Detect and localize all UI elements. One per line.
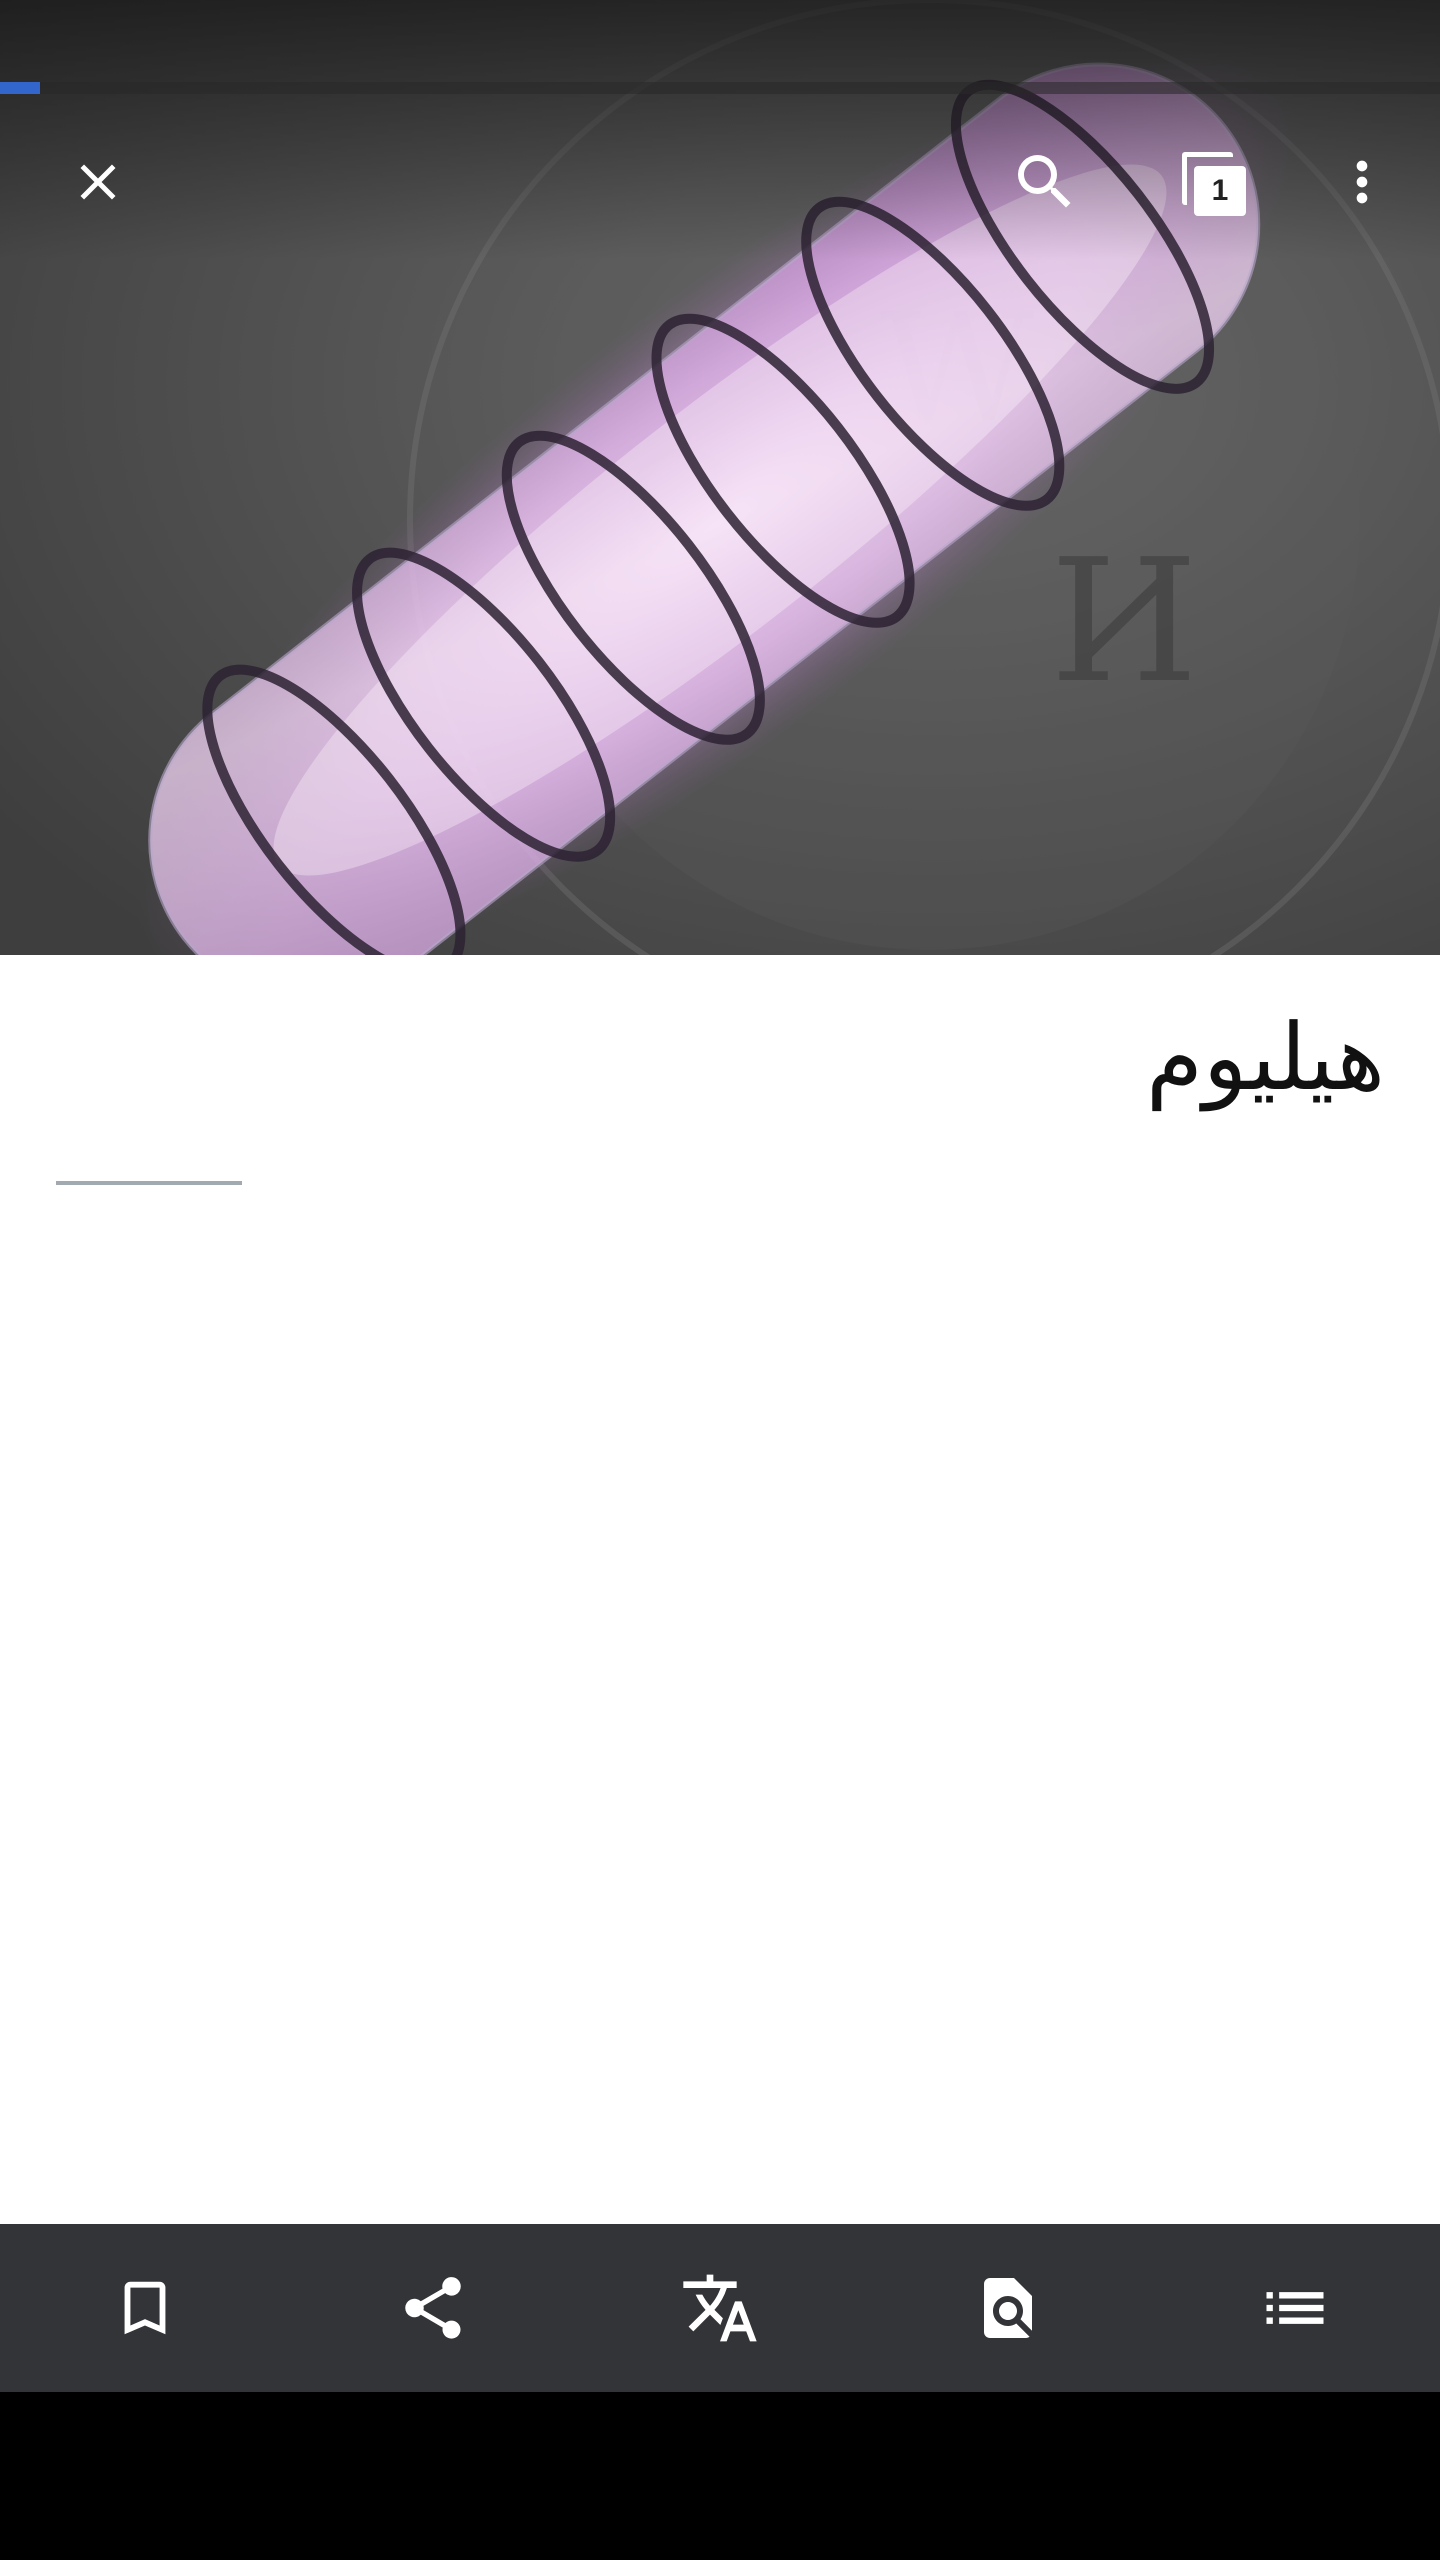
page-action-toolbar xyxy=(0,2224,1440,2392)
screen: И W Ω xyxy=(0,0,1440,2560)
lead-image[interactable]: И W Ω xyxy=(0,0,1440,955)
svg-text:И: И xyxy=(1050,523,1198,721)
tab-count-badge: 1 xyxy=(1194,166,1246,216)
article-content: هيليوم xyxy=(0,955,1440,2224)
table-of-contents-button[interactable] xyxy=(1235,2248,1355,2368)
more-options-button[interactable] xyxy=(1312,132,1412,232)
system-navigation-area xyxy=(0,2392,1440,2560)
close-icon xyxy=(80,164,116,200)
share-icon xyxy=(404,2277,461,2339)
find-in-page-button[interactable] xyxy=(948,2248,1068,2368)
tabs-button[interactable]: 1 xyxy=(1165,132,1265,232)
more-vert-icon xyxy=(1356,160,1368,204)
search-button[interactable] xyxy=(995,132,1095,232)
page-load-progress-fill xyxy=(0,82,41,94)
change-language-button[interactable] xyxy=(660,2248,780,2368)
share-button[interactable] xyxy=(373,2248,493,2368)
table-of-contents-icon xyxy=(1266,2292,1324,2324)
title-divider xyxy=(56,1181,242,1185)
page-load-progress-bar xyxy=(0,82,1440,94)
search-icon xyxy=(1018,155,1071,208)
page-title: هيليوم xyxy=(1146,1004,1385,1111)
save-bookmark-button[interactable] xyxy=(85,2248,205,2368)
bookmark-icon xyxy=(124,2281,166,2335)
close-button[interactable] xyxy=(48,132,148,232)
translate-icon xyxy=(683,2274,757,2342)
find-in-page-icon xyxy=(983,2278,1032,2338)
